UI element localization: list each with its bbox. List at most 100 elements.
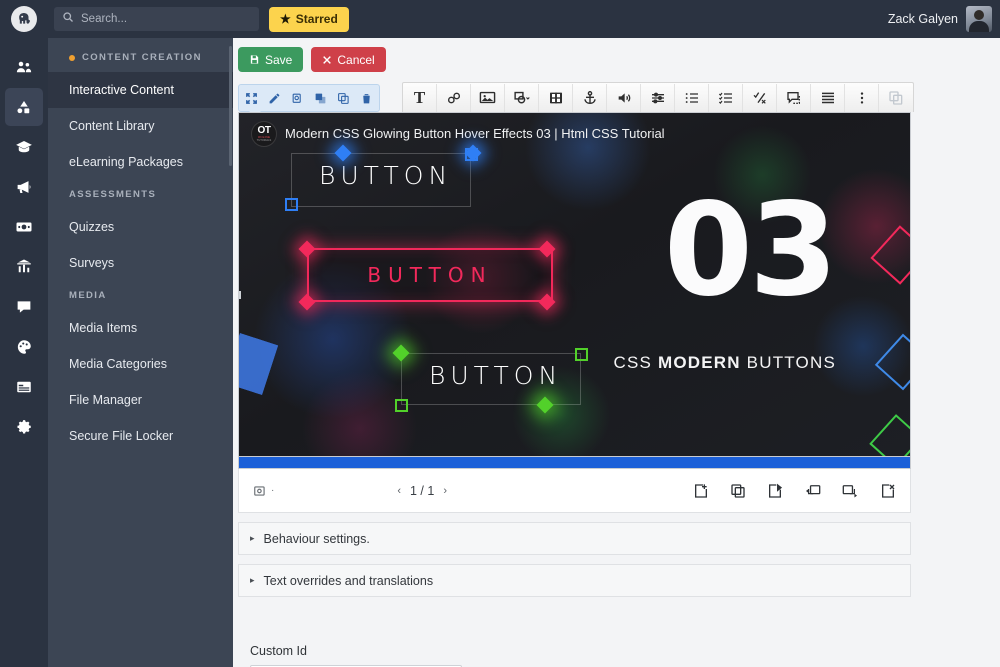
video-title: Modern CSS Glowing Button Hover Effects … (285, 126, 665, 141)
avatar[interactable] (966, 6, 992, 32)
move-slide-left-icon[interactable] (804, 483, 821, 499)
custom-id-label: Custom Id (250, 644, 307, 658)
caret-right-icon: ▸ (250, 533, 255, 543)
search-input[interactable]: Search... (54, 7, 259, 31)
volume-icon[interactable] (607, 83, 641, 112)
resize-handle-square[interactable] (575, 348, 588, 361)
move-slide-right-icon[interactable] (842, 483, 859, 499)
sidebar-section-media: MEDIA Media Items Media Categories File … (48, 281, 233, 454)
more-vertical-icon[interactable] (845, 83, 879, 112)
sidebar-section-title: MEDIA (48, 281, 233, 310)
big-number: 03 (663, 176, 838, 325)
rail-item-announcements[interactable] (5, 168, 43, 206)
star-icon: ★ (280, 12, 291, 26)
sidebar-scrollbar[interactable] (229, 46, 232, 166)
slide-pager: ‹ 1 / 1 › (397, 484, 447, 498)
rail-item-users[interactable] (5, 48, 43, 86)
save-button[interactable]: Save (238, 47, 304, 72)
sidebar-item-surveys[interactable]: Surveys (48, 245, 233, 281)
paste-slide-icon[interactable] (767, 483, 783, 499)
sidebar-item-media-items[interactable]: Media Items (48, 310, 233, 346)
sidebar-item-content-library[interactable]: Content Library (48, 108, 233, 144)
save-icon (249, 54, 260, 65)
sidebar-item-interactive-content[interactable]: Interactive Content (48, 72, 233, 108)
canvas-button-2[interactable]: BUTTON (307, 248, 553, 302)
copy-protect-icon[interactable] (286, 85, 309, 111)
custom-id-field-group: Custom Id (238, 644, 1000, 667)
rail-item-reports[interactable] (5, 248, 43, 286)
rail-item-settings[interactable] (5, 408, 43, 446)
rail-item-content[interactable] (5, 88, 43, 126)
sidebar-item-elearning-packages[interactable]: eLearning Packages (48, 144, 233, 180)
accordion-behaviour-settings[interactable]: ▸ Behaviour settings. (238, 522, 911, 555)
move-icon[interactable] (240, 85, 263, 111)
prev-slide-button[interactable]: ‹ (397, 485, 401, 497)
slide-actions (693, 483, 896, 499)
rail-item-appearance[interactable] (5, 328, 43, 366)
user-menu[interactable]: Zack Galyen (888, 6, 1000, 32)
action-bar: Save Cancel (233, 38, 1000, 80)
starred-label: Starred (295, 12, 338, 26)
toolbar-row: T (238, 80, 1000, 117)
user-name: Zack Galyen (887, 12, 958, 26)
film-icon[interactable] (539, 83, 573, 112)
rail-item-media[interactable] (5, 208, 43, 246)
editor-pane: T OT ONLINE TUTORIALS Modern CSS Glowing… (233, 80, 1000, 667)
bring-to-front-icon[interactable] (309, 85, 332, 111)
add-slide-icon[interactable] (693, 483, 709, 499)
cancel-button[interactable]: Cancel (311, 47, 386, 72)
canvas-button-2-label: BUTTON (367, 263, 493, 287)
canvas-button-3-label: BUTTON (429, 361, 563, 390)
list-icon[interactable] (811, 83, 845, 112)
app-root: Search... ★ Starred Zack Galyen CONTENT … (0, 0, 1000, 667)
image-icon[interactable] (471, 83, 505, 112)
main-content: Save Cancel T OT ONLINE TUTORIALS Modern… (233, 38, 1000, 667)
sidebar-item-label: Secure File Locker (69, 429, 174, 443)
math-icon[interactable] (743, 83, 777, 112)
text-icon[interactable]: T (403, 83, 437, 112)
sliders-icon[interactable] (641, 83, 675, 112)
sidebar-item-label: Media Categories (69, 357, 167, 371)
numbered-list-icon[interactable] (675, 83, 709, 112)
slide-canvas[interactable]: OT ONLINE TUTORIALS Modern CSS Glowing B… (238, 112, 911, 457)
link-icon[interactable] (437, 83, 471, 112)
rail-item-courses[interactable] (5, 128, 43, 166)
screenshot-icon[interactable]: · (253, 484, 274, 498)
resize-handle-square[interactable] (465, 148, 478, 161)
sidebar-item-label: Interactive Content (69, 83, 174, 97)
sidebar-item-secure-file-locker[interactable]: Secure File Locker (48, 418, 233, 454)
sidebar-section-assessments: ASSESSMENTS Quizzes Surveys (48, 180, 233, 281)
next-slide-button[interactable]: › (443, 485, 447, 497)
canvas-button-1-label: BUTTON (319, 161, 453, 190)
checklist-icon[interactable] (709, 83, 743, 112)
dialog-icon[interactable] (777, 83, 811, 112)
text-tool-label: T (413, 87, 426, 107)
copy-slide-icon[interactable] (730, 483, 746, 499)
save-label: Save (265, 52, 293, 67)
accordion-text-overrides[interactable]: ▸ Text overrides and translations (238, 564, 911, 597)
resize-handle-edge[interactable] (239, 291, 241, 299)
video-progress-bar[interactable] (238, 457, 911, 469)
shape-icon[interactable] (505, 83, 539, 112)
sidebar-section-content-creation: CONTENT CREATION Interactive Content Con… (48, 48, 233, 180)
duplicate-icon[interactable] (332, 85, 355, 111)
edit-pencil-icon[interactable] (263, 85, 286, 111)
sidebar-item-file-manager[interactable]: File Manager (48, 382, 233, 418)
rail-item-pages[interactable] (5, 368, 43, 406)
resize-handle-square[interactable] (395, 399, 408, 412)
app-logo[interactable] (0, 0, 48, 38)
close-icon (322, 55, 332, 65)
sidebar-item-label: Surveys (69, 256, 115, 270)
accordion-label: Behaviour settings. (263, 531, 370, 546)
subtitle-post: BUTTONS (740, 353, 836, 372)
rail-item-messages[interactable] (5, 288, 43, 326)
delete-slide-icon[interactable] (880, 483, 896, 499)
trash-icon[interactable] (355, 85, 378, 111)
channel-logo-tertiary: TUTORIALS (256, 138, 272, 142)
main-toolbar: T (402, 82, 914, 112)
resize-handle-square[interactable] (285, 198, 298, 211)
anchor-icon[interactable] (573, 83, 607, 112)
sidebar-item-media-categories[interactable]: Media Categories (48, 346, 233, 382)
starred-button[interactable]: ★ Starred (269, 6, 349, 32)
sidebar-item-quizzes[interactable]: Quizzes (48, 209, 233, 245)
